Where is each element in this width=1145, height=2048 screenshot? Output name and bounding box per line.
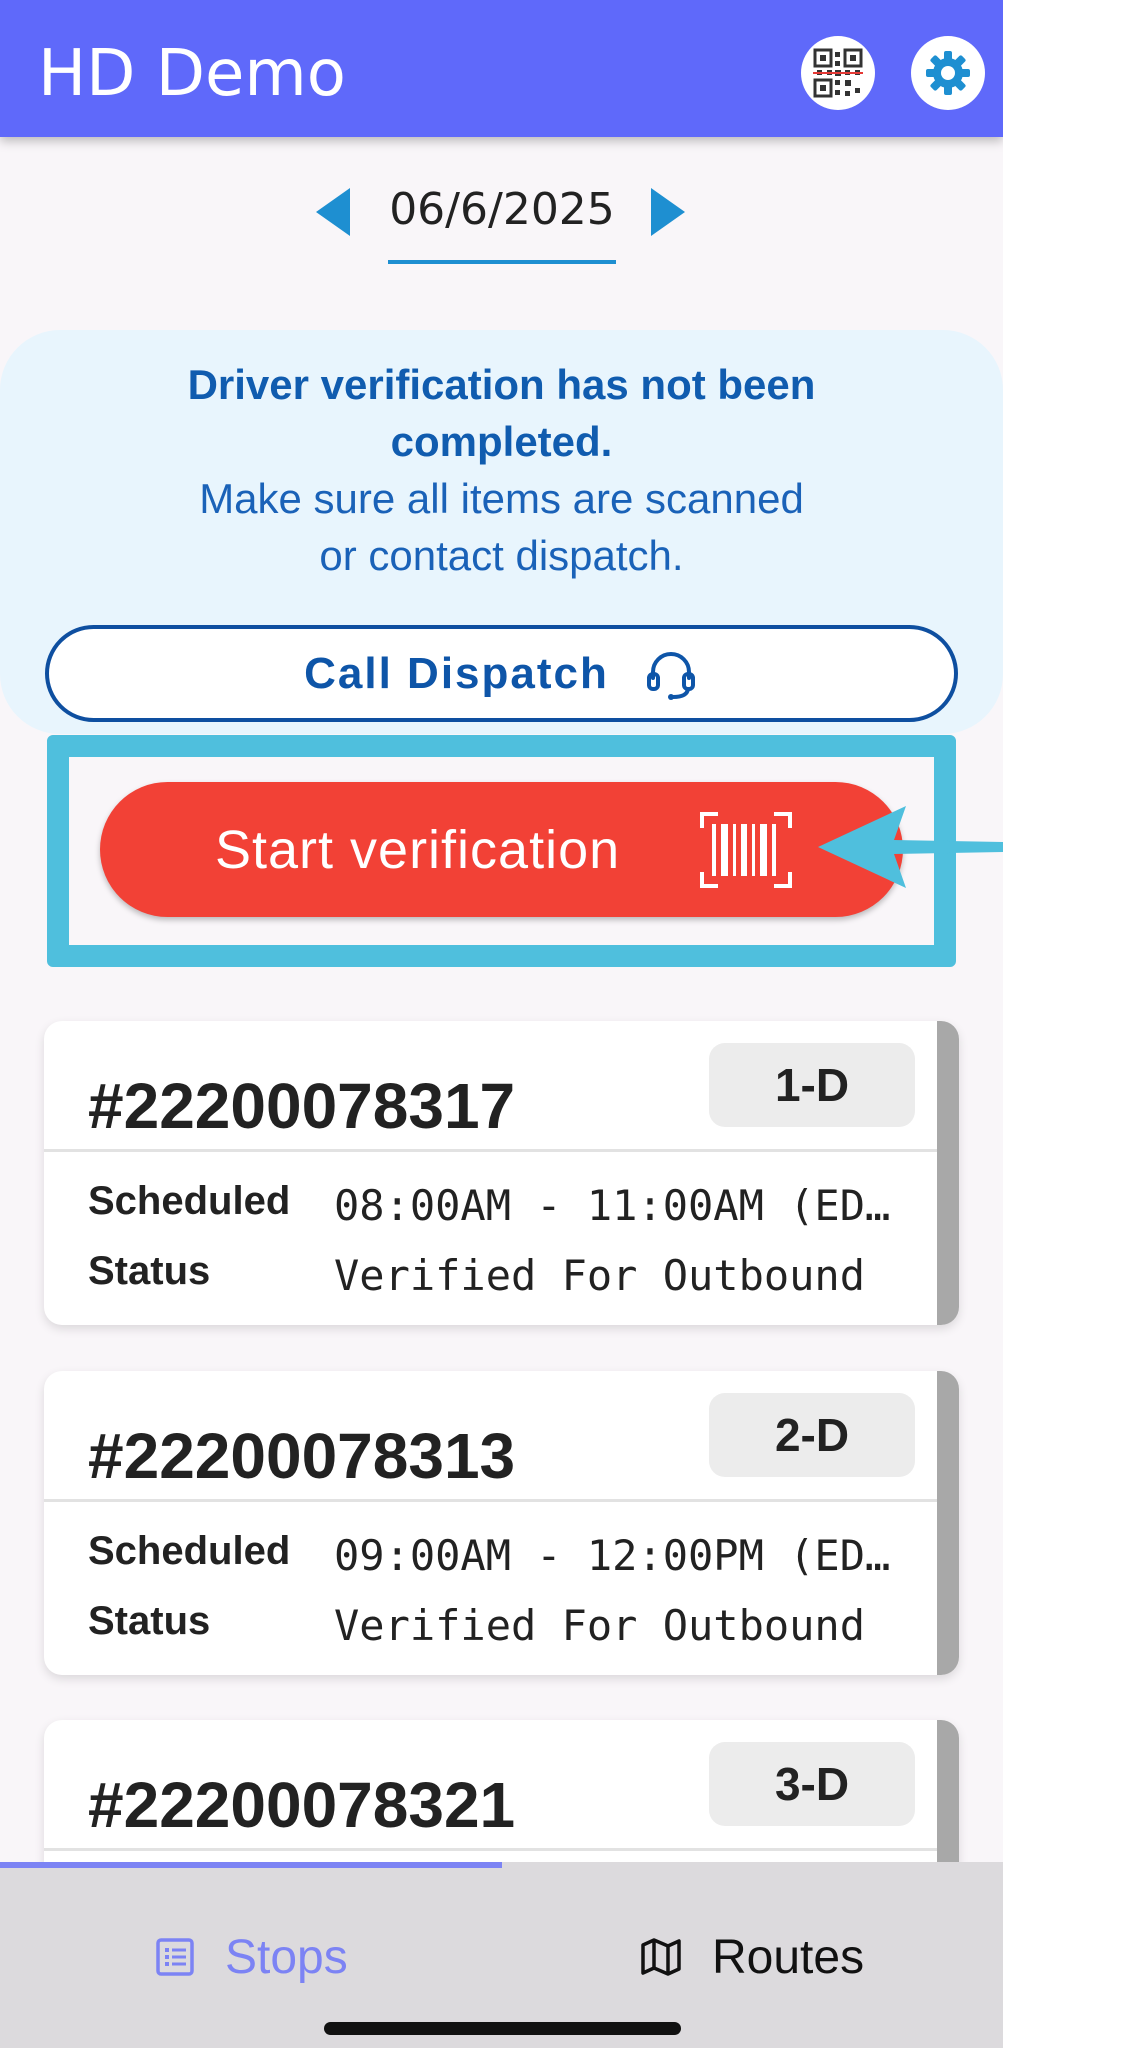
scheduled-value: 09:00AM - 12:00PM (EDT) <box>334 1531 914 1580</box>
triangle-left-icon <box>316 188 350 236</box>
stop-card[interactable]: #22200078317 1-D Scheduled 08:00AM - 11:… <box>44 1021 959 1325</box>
qr-code-button[interactable] <box>801 36 875 110</box>
stop-badge: 3-D <box>709 1742 915 1826</box>
stop-badge: 2-D <box>709 1393 915 1477</box>
stop-id: #22200078317 <box>88 1070 516 1142</box>
tab-stops[interactable]: Stops <box>155 1917 348 1997</box>
stop-card-divider <box>44 1149 937 1152</box>
app-screen: HD Demo 06/6/2025 Driver verification ha… <box>0 0 1003 2048</box>
tab-stops-label: Stops <box>225 1930 348 1984</box>
settings-button[interactable] <box>911 36 985 110</box>
current-date[interactable]: 06/6/2025 <box>388 180 616 240</box>
next-date-button[interactable] <box>651 188 685 241</box>
previous-date-button[interactable] <box>316 188 350 241</box>
date-underline <box>388 260 616 264</box>
scheduled-label: Scheduled <box>88 1529 291 1573</box>
status-label: Status <box>88 1249 211 1293</box>
status-value: Verified For Outbound <box>334 1601 866 1650</box>
scheduled-label: Scheduled <box>88 1179 291 1223</box>
notice-title-line-2: completed. <box>390 418 613 465</box>
stop-id: #22200078313 <box>88 1420 516 1492</box>
status-value: Verified For Outbound <box>334 1251 866 1300</box>
notice-title-line-1: Driver verification has not been <box>187 361 816 408</box>
qr-code-icon <box>813 48 863 98</box>
stop-card-divider <box>44 1848 937 1851</box>
app-title: HD Demo <box>38 37 346 111</box>
tab-routes[interactable]: Routes <box>640 1917 864 1997</box>
notice-body: Make sure all items are scanned or conta… <box>0 470 1003 584</box>
call-dispatch-button[interactable]: Call Dispatch <box>45 625 958 722</box>
map-icon <box>641 1938 681 1976</box>
start-verification-label: Start verification <box>215 819 621 880</box>
stop-badge: 1-D <box>709 1043 915 1127</box>
barcode-scan-icon <box>700 812 792 888</box>
notice-body-line-2: or contact dispatch. <box>319 532 684 579</box>
start-verification-button[interactable]: Start verification <box>100 782 903 917</box>
stop-id: #22200078321 <box>88 1769 516 1841</box>
stop-card[interactable]: #22200078313 2-D Scheduled 09:00AM - 12:… <box>44 1371 959 1675</box>
active-tab-indicator <box>0 1862 502 1868</box>
tab-routes-label: Routes <box>712 1930 865 1984</box>
headset-icon <box>646 651 695 700</box>
notice-title: Driver verification has not been complet… <box>0 356 1003 470</box>
bottom-navigation: Stops Routes <box>0 1862 1003 2048</box>
pointer-arrow-icon <box>818 806 1003 888</box>
scheduled-value: 08:00AM - 11:00AM (EDT) <box>334 1181 914 1230</box>
stop-card-divider <box>44 1499 937 1502</box>
verification-notice: Driver verification has not been complet… <box>0 330 1003 734</box>
call-dispatch-label: Call Dispatch <box>304 648 609 698</box>
list-icon <box>156 1938 194 1976</box>
home-indicator <box>324 2022 681 2035</box>
status-label: Status <box>88 1599 211 1643</box>
app-bar: HD Demo <box>0 0 1003 137</box>
stop-card-status-bar <box>937 1371 959 1675</box>
stop-card-status-bar <box>937 1021 959 1325</box>
gear-icon <box>926 51 970 95</box>
notice-body-line-1: Make sure all items are scanned <box>199 475 804 522</box>
triangle-right-icon <box>651 188 685 236</box>
